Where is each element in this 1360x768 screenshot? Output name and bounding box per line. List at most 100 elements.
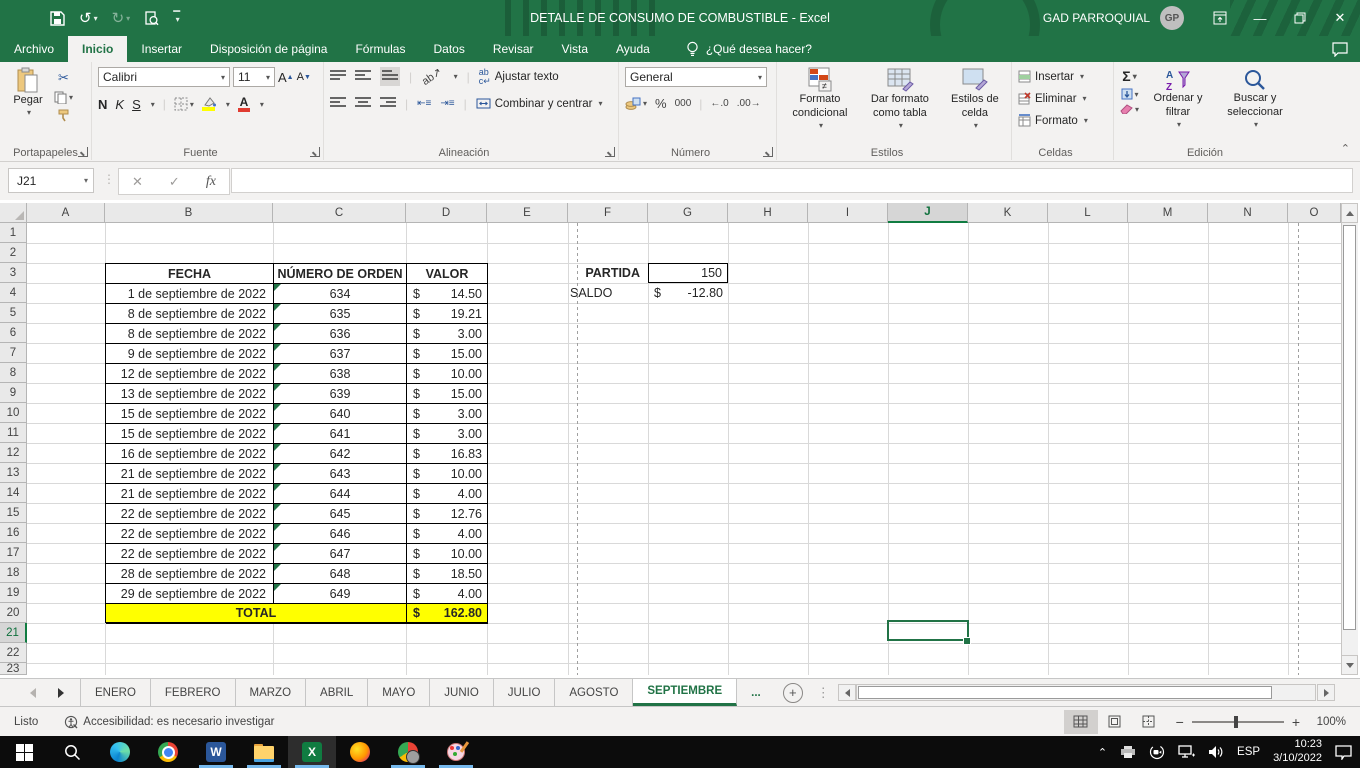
ribbon-tab-vista[interactable]: Vista bbox=[548, 36, 602, 62]
table-row-orden[interactable]: 640 bbox=[274, 404, 407, 424]
selected-cell-J21[interactable] bbox=[887, 620, 969, 641]
row-header-5[interactable]: 5 bbox=[0, 303, 27, 323]
taskbar-word-button[interactable]: W bbox=[192, 736, 240, 768]
column-header-E[interactable]: E bbox=[487, 203, 568, 223]
align-middle-icon[interactable] bbox=[355, 69, 371, 84]
sheet-tab-mayo[interactable]: MAYO bbox=[368, 679, 430, 706]
align-center-icon[interactable] bbox=[355, 96, 371, 111]
ribbon-tab-ayuda[interactable]: Ayuda bbox=[602, 36, 664, 62]
table-row-valor[interactable]: $4.00 bbox=[407, 484, 488, 504]
paste-button[interactable]: Pegar ▾ bbox=[6, 67, 50, 122]
table-row-orden[interactable]: 647 bbox=[274, 544, 407, 564]
column-header-H[interactable]: H bbox=[728, 203, 808, 223]
increase-decimal-icon[interactable]: ←.0 bbox=[710, 98, 728, 109]
row-header-17[interactable]: 17 bbox=[0, 543, 27, 563]
sheet-tab-febrero[interactable]: FEBRERO bbox=[151, 679, 236, 706]
row-header-15[interactable]: 15 bbox=[0, 503, 27, 523]
page-break-view-button[interactable] bbox=[1132, 710, 1166, 734]
hscroll-left-button[interactable] bbox=[838, 684, 856, 701]
table-row-fecha[interactable]: 21 de septiembre de 2022 bbox=[106, 464, 274, 484]
partida-value-cell[interactable]: 150 bbox=[648, 263, 728, 283]
ribbon-tab-disposici-n-de-p-gina[interactable]: Disposición de página bbox=[196, 36, 341, 62]
row-header-10[interactable]: 10 bbox=[0, 403, 27, 423]
collapse-ribbon-icon[interactable]: ⌃ bbox=[1341, 142, 1350, 155]
autosum-icon[interactable]: Σ▾ bbox=[1120, 68, 1139, 84]
table-row-fecha[interactable]: 8 de septiembre de 2022 bbox=[106, 324, 274, 344]
column-header-K[interactable]: K bbox=[968, 203, 1048, 223]
sheet-tab-agosto[interactable]: AGOSTO bbox=[555, 679, 633, 706]
saldo-value-cell[interactable]: $ -12.80 bbox=[648, 283, 728, 303]
volume-icon[interactable] bbox=[1208, 745, 1224, 759]
fill-icon[interactable]: ▾ bbox=[1120, 88, 1139, 100]
table-row-orden[interactable]: 649 bbox=[274, 584, 407, 604]
account-name[interactable]: GAD PARROQUIAL bbox=[1043, 11, 1150, 25]
find-select-button[interactable]: Buscar y seleccionar▾ bbox=[1217, 67, 1293, 144]
row-header-13[interactable]: 13 bbox=[0, 463, 27, 483]
sheet-tab-junio[interactable]: JUNIO bbox=[430, 679, 494, 706]
customize-quick-access-icon[interactable]: ▔▾ bbox=[173, 14, 180, 23]
undo-button[interactable]: ↺▾ bbox=[79, 9, 98, 27]
action-center-icon[interactable] bbox=[1335, 745, 1352, 760]
table-row-orden[interactable]: 639 bbox=[274, 384, 407, 404]
taskbar-search-button[interactable] bbox=[48, 736, 96, 768]
table-row-fecha[interactable]: 8 de septiembre de 2022 bbox=[106, 304, 274, 324]
table-row-valor[interactable]: $3.00 bbox=[407, 404, 488, 424]
table-row-orden[interactable]: 643 bbox=[274, 464, 407, 484]
ribbon-tab-datos[interactable]: Datos bbox=[419, 36, 478, 62]
table-row-orden[interactable]: 648 bbox=[274, 564, 407, 584]
bold-button[interactable]: N bbox=[98, 97, 107, 112]
table-row-fecha[interactable]: 22 de septiembre de 2022 bbox=[106, 524, 274, 544]
align-right-icon[interactable] bbox=[380, 96, 396, 111]
table-row-fecha[interactable]: 22 de septiembre de 2022 bbox=[106, 544, 274, 564]
row-header-4[interactable]: 4 bbox=[0, 283, 27, 303]
table-row-valor[interactable]: $3.00 bbox=[407, 324, 488, 344]
decrease-decimal-icon[interactable]: .00→ bbox=[737, 98, 761, 109]
table-row-orden[interactable]: 636 bbox=[274, 324, 407, 344]
tray-chevron-icon[interactable]: ⌃ bbox=[1098, 746, 1107, 759]
ribbon-tab-archivo[interactable]: Archivo bbox=[0, 36, 68, 62]
row-header-6[interactable]: 6 bbox=[0, 323, 27, 343]
table-row-fecha[interactable]: 21 de septiembre de 2022 bbox=[106, 484, 274, 504]
table-row-orden[interactable]: 635 bbox=[274, 304, 407, 324]
table-row-fecha[interactable]: 13 de septiembre de 2022 bbox=[106, 384, 274, 404]
horizontal-scrollbar-thumb[interactable] bbox=[858, 686, 1272, 699]
close-button[interactable]: ✕ bbox=[1320, 0, 1360, 36]
cell-styles-button[interactable]: Estilos de celda▾ bbox=[943, 67, 1007, 144]
table-total-label[interactable]: TOTAL bbox=[106, 604, 407, 624]
column-header-O[interactable]: O bbox=[1288, 203, 1341, 223]
number-dialog-launcher[interactable] bbox=[763, 147, 773, 157]
table-row-orden[interactable]: 641 bbox=[274, 424, 407, 444]
taskbar-chrome-profile-button[interactable] bbox=[384, 736, 432, 768]
ribbon-tab-inicio[interactable]: Inicio bbox=[68, 36, 127, 62]
restore-button[interactable] bbox=[1280, 0, 1320, 36]
table-row-orden[interactable]: 644 bbox=[274, 484, 407, 504]
font-name-combo[interactable]: Calibri▾ bbox=[98, 67, 230, 87]
format-cells-button[interactable]: Formato▾ bbox=[1018, 111, 1109, 130]
column-header-D[interactable]: D bbox=[406, 203, 487, 223]
row-header-20[interactable]: 20 bbox=[0, 603, 27, 623]
row-header-3[interactable]: 3 bbox=[0, 263, 27, 283]
name-box[interactable]: J21▾ bbox=[8, 168, 94, 193]
borders-icon[interactable]: ▾ bbox=[174, 97, 194, 111]
tell-me-label[interactable]: ¿Qué desea hacer? bbox=[706, 42, 812, 56]
table-row-fecha[interactable]: 15 de septiembre de 2022 bbox=[106, 424, 274, 444]
underline-button[interactable]: S bbox=[132, 97, 141, 112]
taskbar-paint-button[interactable] bbox=[432, 736, 480, 768]
row-header-21[interactable]: 21 bbox=[0, 623, 27, 643]
format-painter-icon[interactable] bbox=[54, 109, 73, 122]
taskbar-start-button[interactable] bbox=[0, 736, 48, 768]
row-header-7[interactable]: 7 bbox=[0, 343, 27, 363]
align-top-icon[interactable] bbox=[330, 69, 346, 84]
table-row-fecha[interactable]: 22 de septiembre de 2022 bbox=[106, 504, 274, 524]
column-header-F[interactable]: F bbox=[568, 203, 648, 223]
table-row-valor[interactable]: $4.00 bbox=[407, 584, 488, 604]
column-header-G[interactable]: G bbox=[648, 203, 728, 223]
accessibility-checker[interactable]: Accesibilidad: es necesario investigar bbox=[64, 715, 274, 729]
zoom-slider[interactable] bbox=[1192, 721, 1284, 723]
font-color-icon[interactable]: A bbox=[238, 96, 250, 112]
page-layout-view-button[interactable] bbox=[1098, 710, 1132, 734]
table-row-valor[interactable]: $12.76 bbox=[407, 504, 488, 524]
table-row-valor[interactable]: $19.21 bbox=[407, 304, 488, 324]
column-header-I[interactable]: I bbox=[808, 203, 888, 223]
minimize-button[interactable]: — bbox=[1240, 0, 1280, 36]
